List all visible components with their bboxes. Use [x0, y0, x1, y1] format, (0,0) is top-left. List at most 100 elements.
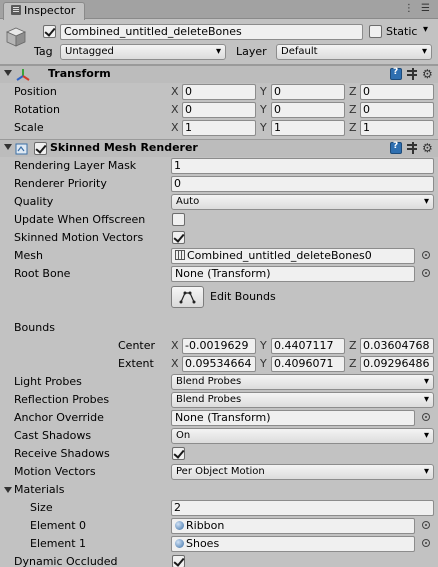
skinned-mesh-renderer-title: Skinned Mesh Renderer — [50, 141, 198, 154]
materials-row[interactable]: Materials — [0, 481, 438, 499]
renderer-priority-label: Renderer Priority — [14, 177, 107, 190]
mesh-object-field[interactable]: Combined_untitled_deleteBones0 — [171, 248, 415, 264]
transform-header[interactable]: Transform ⚙ — [0, 65, 438, 83]
axis-x-label: X — [171, 85, 179, 98]
edit-bounds-button[interactable] — [171, 286, 204, 308]
renderer-enabled-checkbox[interactable] — [34, 142, 47, 155]
element-1-row: Element 1 Shoes — [0, 535, 438, 553]
material-sphere-icon — [175, 539, 184, 548]
rendering-layer-mask-row: Rendering Layer Mask 1 — [0, 157, 438, 175]
position-y-field[interactable]: 0 — [271, 84, 345, 100]
foldout-arrow-icon[interactable] — [4, 487, 12, 493]
element-1-object-field[interactable]: Shoes — [171, 536, 415, 552]
light-probes-dropdown[interactable]: Blend Probes — [171, 374, 434, 390]
update-when-offscreen-label: Update When Offscreen — [14, 213, 146, 226]
axis-x-label: X — [171, 357, 179, 370]
axis-z-label: Z — [349, 103, 357, 116]
axis-y-label: Y — [260, 121, 267, 134]
mesh-grid-icon — [175, 250, 185, 260]
static-checkbox[interactable] — [369, 25, 382, 38]
center-z-field[interactable]: 0.03604768 — [360, 338, 434, 354]
receive-shadows-checkbox[interactable] — [172, 447, 185, 460]
position-z-field[interactable]: 0 — [360, 84, 434, 100]
tab-menu-icon[interactable]: ⋮ ☰ — [404, 3, 432, 14]
foldout-arrow-icon[interactable] — [4, 70, 12, 76]
axis-z-label: Z — [349, 357, 357, 370]
transform-axes-icon — [16, 69, 30, 81]
skinned-motion-vectors-checkbox[interactable] — [172, 231, 185, 244]
materials-size-row: Size 2 — [0, 499, 438, 517]
object-name-field[interactable]: Combined_untitled_deleteBones — [60, 24, 363, 40]
rendering-layer-mask-field[interactable]: 1 — [171, 158, 434, 174]
static-dropdown-icon[interactable]: ▾ — [423, 24, 428, 35]
center-y-field[interactable]: 0.4407117 — [271, 338, 345, 354]
extent-y-field[interactable]: 0.4096071 — [271, 356, 345, 372]
cast-shadows-dropdown[interactable]: On — [171, 428, 434, 444]
foldout-arrow-icon[interactable] — [4, 144, 12, 150]
object-active-checkbox[interactable] — [43, 25, 56, 38]
edit-bounds-icon — [179, 291, 196, 304]
material-sphere-icon — [175, 521, 184, 530]
extent-z-field[interactable]: 0.09296486 — [360, 356, 434, 372]
object-picker-icon[interactable] — [422, 413, 430, 421]
skinned-motion-vectors-label: Skinned Motion Vectors — [14, 231, 144, 244]
root-bone-row: Root Bone None (Transform) — [0, 265, 438, 283]
center-label: Center — [118, 339, 156, 352]
center-x-field[interactable]: -0.0019629 — [182, 338, 256, 354]
root-bone-label: Root Bone — [14, 267, 71, 280]
object-picker-icon[interactable] — [422, 251, 430, 259]
bounds-extent-row: Extent X 0.09534664 Y 0.4096071 Z 0.0929… — [0, 355, 438, 373]
materials-size-field[interactable]: 2 — [171, 500, 434, 516]
element-0-object-field[interactable]: Ribbon — [171, 518, 415, 534]
layer-dropdown[interactable]: Default — [276, 44, 432, 60]
update-when-offscreen-row: Update When Offscreen — [0, 211, 438, 229]
extent-x-field[interactable]: 0.09534664 — [182, 356, 256, 372]
preset-sliders-icon[interactable] — [406, 142, 418, 154]
bounds-label: Bounds — [14, 321, 55, 334]
scale-y-field[interactable]: 1 — [271, 120, 345, 136]
reflection-probes-dropdown[interactable]: Blend Probes — [171, 392, 434, 408]
edit-bounds-row: Edit Bounds — [0, 283, 438, 311]
cast-shadows-row: Cast Shadows On — [0, 427, 438, 445]
scale-row: Scale X 1 Y 1 Z 1 — [0, 119, 438, 139]
mesh-value: Combined_untitled_deleteBones0 — [187, 249, 372, 262]
update-when-offscreen-checkbox[interactable] — [172, 213, 185, 226]
object-header: Combined_untitled_deleteBones Static ▾ T… — [0, 19, 438, 65]
light-probes-row: Light Probes Blend Probes — [0, 373, 438, 391]
skinned-mesh-renderer-header[interactable]: Skinned Mesh Renderer ⚙ — [0, 139, 438, 157]
renderer-priority-field[interactable]: 0 — [171, 176, 434, 192]
position-x-field[interactable]: 0 — [182, 84, 256, 100]
quality-dropdown[interactable]: Auto — [171, 194, 434, 210]
scale-x-field[interactable]: 1 — [182, 120, 256, 136]
anchor-override-object-field[interactable]: None (Transform) — [171, 410, 415, 426]
static-label: Static — [386, 25, 418, 38]
rotation-x-field[interactable]: 0 — [182, 102, 256, 118]
help-book-icon[interactable] — [390, 141, 402, 154]
tag-dropdown[interactable]: Untagged — [60, 44, 226, 60]
quality-row: Quality Auto — [0, 193, 438, 211]
materials-label: Materials — [14, 483, 65, 496]
axis-x-label: X — [171, 103, 179, 116]
gear-icon[interactable]: ⚙ — [422, 142, 434, 154]
object-picker-icon[interactable] — [422, 521, 430, 529]
motion-vectors-dropdown[interactable]: Per Object Motion — [171, 464, 434, 480]
inspector-icon — [11, 5, 21, 15]
gear-icon[interactable]: ⚙ — [422, 68, 434, 80]
renderer-priority-row: Renderer Priority 0 — [0, 175, 438, 193]
scale-z-field[interactable]: 1 — [360, 120, 434, 136]
object-picker-icon[interactable] — [422, 539, 430, 547]
preset-sliders-icon[interactable] — [406, 68, 418, 80]
rotation-y-field[interactable]: 0 — [271, 102, 345, 118]
mesh-label: Mesh — [14, 249, 43, 262]
scale-label: Scale — [14, 121, 44, 134]
bounds-center-row: Center X -0.0019629 Y 0.4407117 Z 0.0360… — [0, 337, 438, 355]
tab-inspector[interactable]: Inspector — [3, 2, 85, 20]
root-bone-object-field[interactable]: None (Transform) — [171, 266, 415, 282]
rotation-z-field[interactable]: 0 — [360, 102, 434, 118]
help-book-icon[interactable] — [390, 67, 402, 80]
dynamic-occluded-checkbox[interactable] — [172, 555, 185, 567]
axis-y-label: Y — [260, 103, 267, 116]
bounds-row: Bounds — [0, 319, 438, 337]
element-1-label: Element 1 — [30, 537, 87, 550]
object-picker-icon[interactable] — [422, 269, 430, 277]
